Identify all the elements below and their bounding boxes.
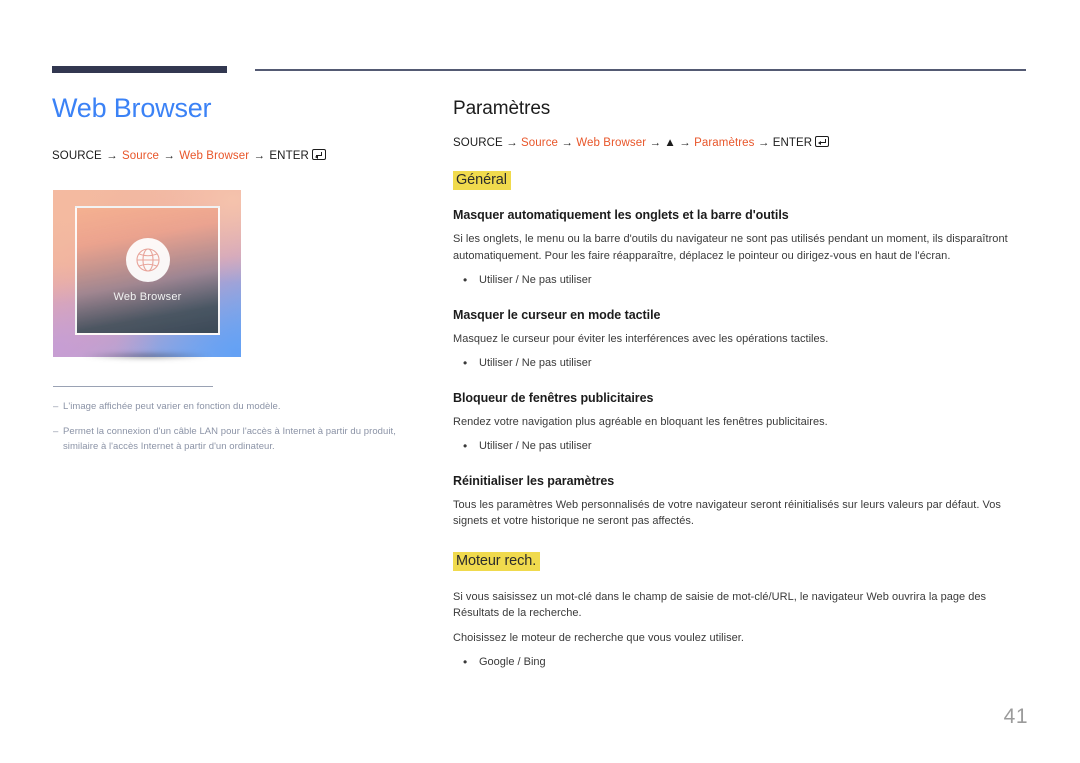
thumbnail-label: Web Browser	[113, 291, 182, 303]
product-thumbnail: Web Browser	[53, 190, 241, 360]
breadcrumb-arrow-2: →	[561, 137, 573, 149]
breadcrumb-item-parametres: Paramètres	[694, 137, 755, 149]
breadcrumb-arrow-2: →	[163, 150, 175, 163]
search-options: Google / Bing	[453, 653, 1028, 672]
setting-options: Utiliser / Ne pas utiliser	[453, 271, 1028, 290]
footnote-item: – Permet la connexion d'un câble LAN pou…	[53, 425, 413, 454]
footnote-text: L'image affichée peut varier en fonction…	[63, 401, 281, 412]
option-item: Utiliser / Ne pas utiliser	[463, 354, 1028, 373]
setting-options: Utiliser / Ne pas utiliser	[453, 437, 1028, 456]
breadcrumb-item-source: Source	[521, 137, 559, 149]
heading-search-engine: Moteur rech.	[453, 551, 541, 571]
breadcrumb-left: SOURCE → Source → Web Browser → ENTER	[52, 149, 422, 162]
breadcrumb-arrow-3: →	[649, 137, 662, 149]
footnote-separator	[53, 386, 213, 387]
search-description-1: Si vous saisissez un mot-clé dans le cha…	[453, 590, 987, 620]
setting-block-popup-blocker: Bloqueur de fenêtres publicitaires Rende…	[453, 391, 1028, 456]
setting-title: Réinitialiser les paramètres	[453, 473, 615, 488]
heading-general: Général	[453, 171, 511, 190]
footnote-dash: –	[53, 401, 59, 412]
setting-title: Masquer le curseur en mode tactile	[453, 307, 661, 322]
search-description-2: Choisissez le moteur de recherche que vo…	[453, 631, 744, 644]
header-rule-thick	[52, 66, 227, 73]
thumbnail-gradient-background: Web Browser	[53, 190, 241, 357]
option-item: Utiliser / Ne pas utiliser	[463, 271, 1028, 290]
setting-description: Rendez votre navigation plus agréable en…	[453, 415, 828, 428]
footnote-item: – L'image affichée peut varier en foncti…	[53, 400, 413, 414]
setting-title: Bloqueur de fenêtres publicitaires	[453, 390, 654, 405]
footnote-dash: –	[53, 426, 59, 438]
header-rule-thin	[255, 69, 1026, 71]
breadcrumb-right: SOURCE → Source → Web Browser → ▲ → Para…	[453, 136, 1028, 149]
setting-description: Tous les paramètres Web personnalisés de…	[453, 498, 1001, 528]
option-item: Google / Bing	[463, 653, 1028, 672]
page-number: 41	[1003, 705, 1028, 728]
enter-key-icon	[815, 136, 830, 147]
footnote-text: Permet la connexion d'un câble LAN pour …	[63, 426, 396, 452]
setting-block-hide-cursor: Masquer le curseur en mode tactile Masqu…	[453, 308, 1028, 373]
thumbnail-shadow	[83, 352, 211, 360]
breadcrumb-arrow-3: →	[253, 150, 266, 163]
breadcrumb-prefix: SOURCE	[453, 137, 503, 149]
heading-general-wrap: Général	[453, 171, 1028, 190]
setting-block-auto-hide: Masquer automatiquement les onglets et l…	[453, 208, 1028, 290]
breadcrumb-item-web-browser: Web Browser	[576, 137, 647, 149]
footnotes: – L'image affichée peut varier en foncti…	[53, 386, 413, 465]
setting-block-reset: Réinitialiser les paramètres Tous les pa…	[453, 474, 1028, 530]
setting-block-search-engine: Si vous saisissez un mot-clé dans le cha…	[453, 589, 1028, 672]
section-title: Paramètres	[453, 98, 551, 119]
right-column: Paramètres SOURCE → Source → Web Browser…	[453, 98, 1028, 690]
enter-key-icon	[311, 149, 326, 161]
breadcrumb-enter-label: ENTER	[269, 150, 309, 163]
breadcrumb-arrow-5: →	[757, 137, 770, 149]
heading-search-engine-wrap: Moteur rech.	[453, 551, 1028, 571]
thumbnail-screen: Web Browser	[75, 206, 220, 335]
breadcrumb-item-web-browser: Web Browser	[179, 150, 250, 163]
left-column: Web Browser SOURCE → Source → Web Browse…	[52, 92, 422, 162]
breadcrumb-arrow-4: →	[679, 137, 691, 149]
up-triangle-icon: ▲	[664, 137, 676, 149]
globe-icon	[125, 238, 170, 282]
page-title: Web Browser	[52, 93, 212, 123]
breadcrumb-arrow-1: →	[506, 137, 518, 149]
setting-options: Utiliser / Ne pas utiliser	[453, 354, 1028, 373]
breadcrumb-item-source: Source	[122, 150, 160, 163]
breadcrumb-arrow-1: →	[106, 150, 118, 163]
setting-title: Masquer automatiquement les onglets et l…	[453, 208, 789, 222]
breadcrumb-prefix: SOURCE	[52, 150, 102, 163]
setting-description: Si les onglets, le menu ou la barre d'ou…	[453, 233, 1008, 262]
option-item: Utiliser / Ne pas utiliser	[463, 437, 1028, 456]
breadcrumb-enter-label: ENTER	[772, 137, 813, 149]
setting-description: Masquez le curseur pour éviter les inter…	[453, 332, 829, 345]
